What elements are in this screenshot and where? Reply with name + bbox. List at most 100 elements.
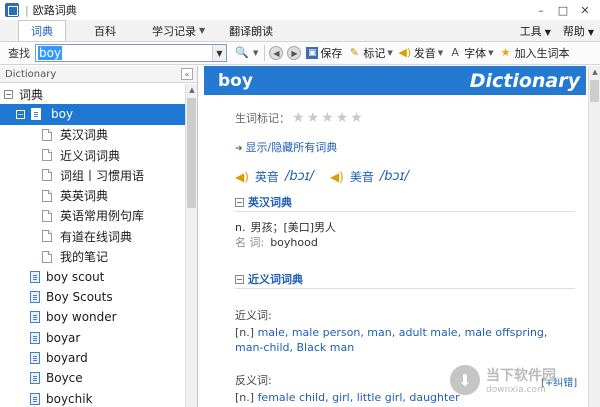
word-list-item[interactable]: boyar [0,328,186,348]
scrollbar-thumb[interactable] [187,98,196,208]
scrollbar-thumb[interactable] [590,80,599,102]
definition-line: 名 词: boyhood [235,234,318,250]
sidebar-scrollbar[interactable]: ▲ [185,84,197,407]
page-icon [42,149,52,162]
word-label: Boy Scouts [46,290,113,305]
section-title: 近义词词典 [248,273,303,286]
font-icon: A [451,46,459,59]
tab-translate[interactable]: 翻译朗读 [217,20,285,41]
mark-button[interactable]: ✎ 标记 ▼ [347,43,393,63]
menu-tools-label: 工具 [519,24,542,38]
tab-label: 词典 [31,25,53,38]
tree-child[interactable]: 英语常用例句库 [0,206,186,226]
collapse-toggle-icon[interactable]: − [235,274,244,284]
search-dropdown-button[interactable]: ▼ [212,45,226,61]
add-word-label: 加入生词本 [514,47,570,60]
word-list-item[interactable]: boychik [0,388,186,407]
title-separator: | [25,3,29,17]
save-label: 保存 [320,47,343,60]
save-icon: ▣ [306,47,319,59]
search-button[interactable]: 🔍 ▼ [235,43,258,63]
tab-dictionary[interactable]: 词典 [18,20,66,41]
star-icon[interactable]: ★ [321,110,334,126]
maximize-icon[interactable]: □ [552,2,574,18]
toggle-all-label: 显示/隐藏所有词典 [245,141,338,154]
tree-child-label: 近义词词典 [60,148,121,163]
collapse-toggle-icon[interactable]: − [4,89,13,99]
collapse-icon[interactable]: « [181,68,193,80]
part-of-speech: n. [235,221,246,234]
collapse-toggle-icon[interactable]: − [235,197,244,207]
forward-button[interactable]: ▶ [287,46,302,60]
speaker-icon[interactable]: ◀) [235,170,249,184]
tree-child[interactable]: 我的笔记 [0,246,186,266]
watermark-text: 当下软件园 downxia.com [486,365,556,395]
menu-tools[interactable]: 工具 ▼ [520,23,551,39]
word-label: boyar [46,330,81,345]
tree-item-selected[interactable]: − boy [0,104,186,125]
tree-child[interactable]: 英英词典 [0,185,186,205]
save-button[interactable]: ▣ 保存 [306,43,342,63]
tree-child[interactable]: 英汉词典 [0,125,186,145]
uk-pron-label[interactable]: 英音 [255,168,279,185]
star-icon[interactable]: ★ [307,110,320,126]
section-synonyms[interactable]: − 近义词词典 [235,271,303,287]
tab-study-record[interactable]: 学习记录 ▼ [140,20,217,41]
toggle-all-dictionaries-link[interactable]: ➜ 显示/隐藏所有词典 [235,139,337,155]
watermark-line1: 当下软件园 [486,368,556,384]
star-icon[interactable]: ★ [350,110,363,126]
section-divider [235,211,575,212]
tree-child[interactable]: 近义词词典 [0,145,186,165]
word-list-item[interactable]: Boy Scouts [0,287,186,307]
antonym-links[interactable]: female child, girl, little girl, daughte… [258,391,460,404]
scroll-up-icon[interactable]: ▲ [589,66,600,78]
synonym-links[interactable]: male, male person, man, adult male, male… [235,326,547,354]
tab-encyclopedia[interactable]: 百科 [82,20,128,41]
document-icon [31,108,41,121]
window-title: 欧路词典 [32,4,77,17]
content-scrollbar[interactable]: ▲ [588,66,600,407]
tree-item-label: boy [51,107,74,122]
form-label: 名 词: [235,236,265,249]
tree-child[interactable]: 有道在线词典 [0,226,186,246]
speaker-icon[interactable]: ◀) [330,170,344,184]
page-icon [42,250,52,263]
tree-child[interactable]: 词组丨习惯用语 [0,165,186,185]
add-word-button[interactable]: ★ 加入生词本 [499,43,570,63]
tree-root[interactable]: − 词典 [0,84,186,104]
app-icon [5,3,19,17]
back-button[interactable]: ◀ [269,46,284,60]
font-button[interactable]: A 字体 ▼ [448,43,493,63]
us-pron-label[interactable]: 美音 [350,168,374,185]
word-label: boy scout [46,269,105,284]
speaker-icon: ◀) [398,46,412,59]
tree-root-label: 词典 [19,87,44,102]
mark-label: 标记 [363,47,386,60]
star-icon[interactable]: ★ [336,110,349,126]
dictionary-panel: Dictionary « − 词典 − boy 英汉词典 近义词词典 词组丨习惯… [0,66,198,407]
minimize-icon[interactable]: – [530,2,552,18]
section-en-zh[interactable]: − 英汉词典 [235,194,292,210]
word-list-item[interactable]: boy scout [0,267,186,287]
star-icon[interactable]: ★ [292,110,305,126]
definition-text: 男孩；[美口]男人 [250,221,337,234]
word-list-item[interactable]: Boyce [0,368,186,388]
word-list-item[interactable]: boyard [0,348,186,368]
word-list-item[interactable]: boy wonder [0,307,186,327]
speak-button[interactable]: ◀) 发音 ▼ [398,43,443,63]
search-label: 查找 [8,47,30,60]
section-divider [235,288,575,289]
chevron-down-icon: ▼ [387,49,393,57]
search-box: boy ▼ [35,44,227,62]
scroll-up-icon[interactable]: ▲ [186,84,198,96]
collapse-toggle-icon[interactable]: − [16,109,25,119]
tab-label: 学习记录 [152,24,196,38]
menu-help[interactable]: 帮助 ▼ [563,23,594,39]
search-input[interactable]: boy [36,45,212,61]
page-icon [42,230,52,243]
word-label: boychik [46,391,93,406]
star-rating: 生词标记： ★ ★ ★ ★ ★ [235,110,363,126]
close-icon[interactable]: ✕ [574,2,596,18]
definition-line: n. 男孩；[美口]男人 [235,219,336,235]
uk-phonetic: /bɔɪ/ [284,169,314,184]
